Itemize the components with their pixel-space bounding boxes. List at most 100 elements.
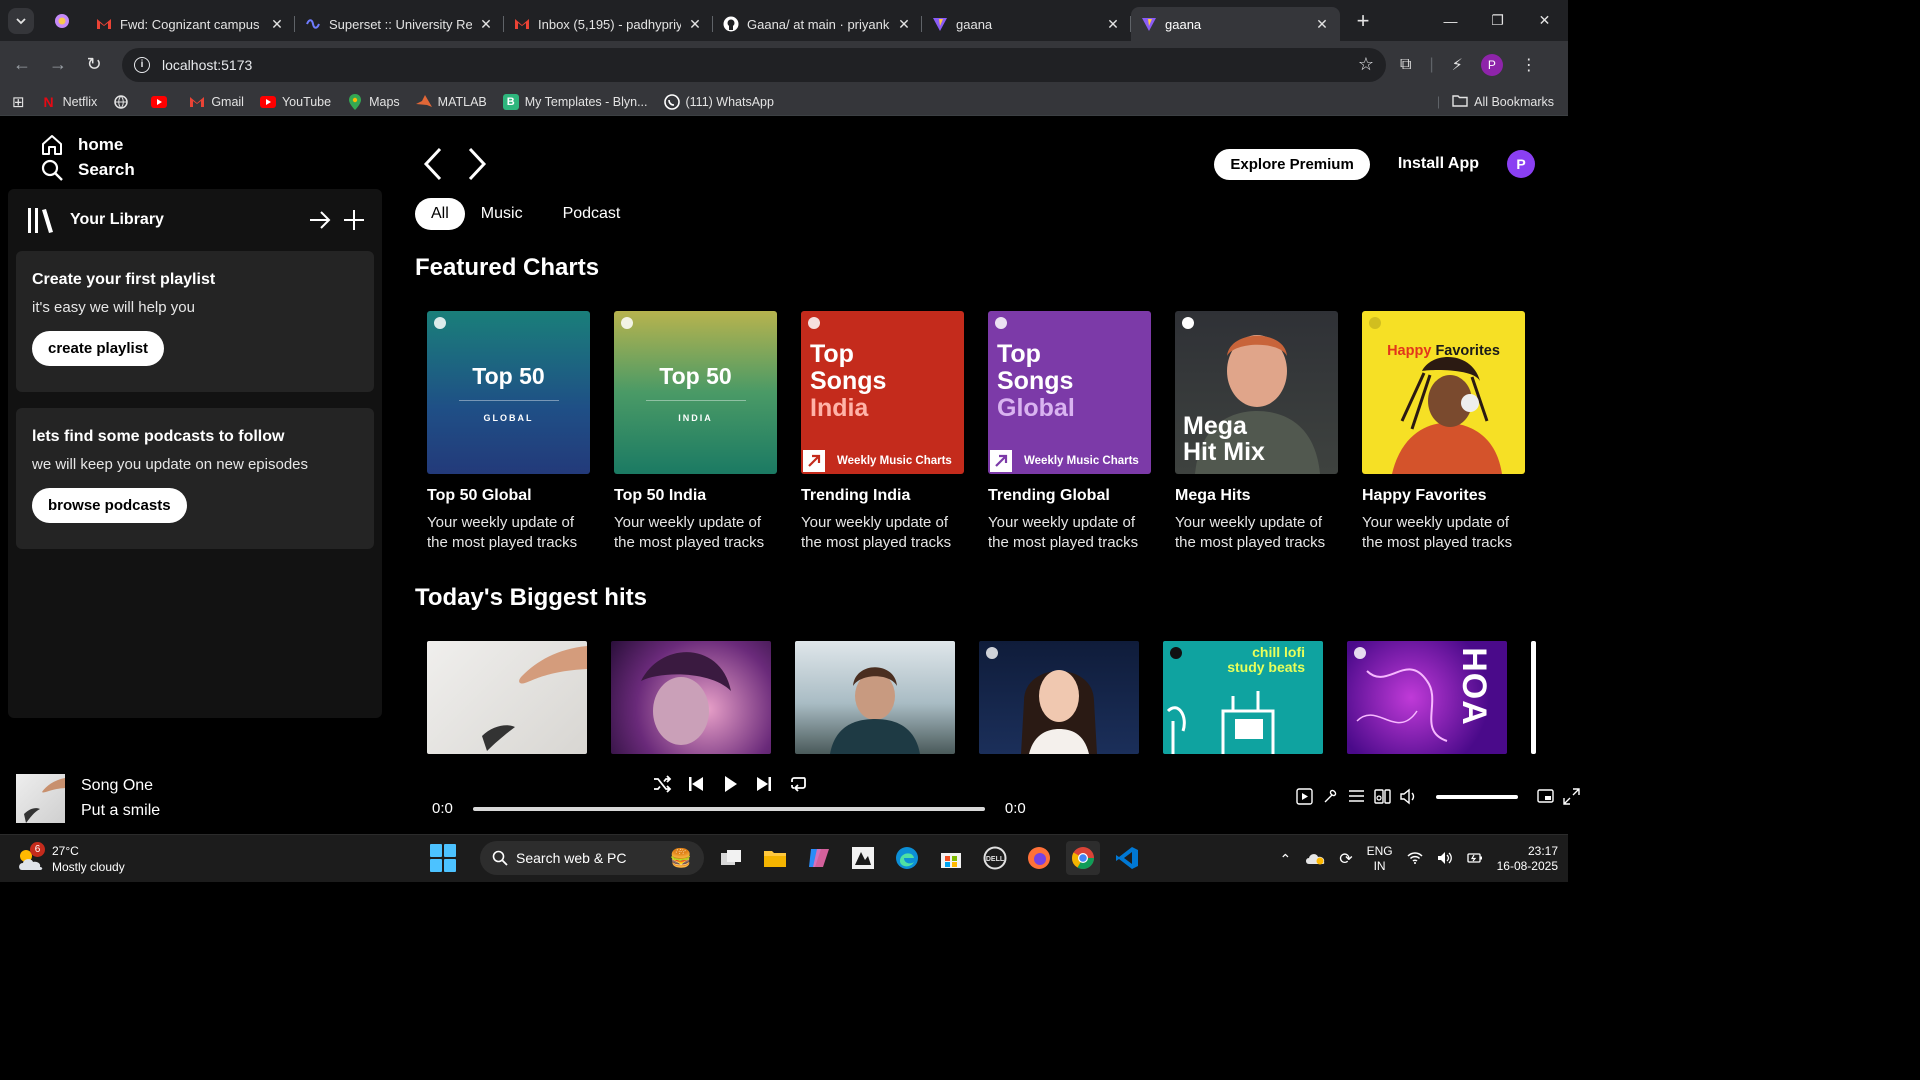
create-playlist-button[interactable]: create playlist xyxy=(32,331,165,366)
bookmark-globe[interactable] xyxy=(113,94,135,110)
chip-music[interactable]: Music xyxy=(481,198,523,230)
vscode-icon[interactable] xyxy=(1110,841,1144,875)
close-tab-icon[interactable]: ✕ xyxy=(687,16,703,32)
sync-icon[interactable]: ⟳ xyxy=(1339,849,1352,869)
chevron-up-icon[interactable]: ⌃ xyxy=(1279,851,1291,868)
progress-bar[interactable] xyxy=(472,806,985,811)
connect-device-icon[interactable] xyxy=(1374,788,1391,805)
restore-icon[interactable]: ❐ xyxy=(1474,0,1521,41)
bookmark-whatsapp[interactable]: (111) WhatsApp xyxy=(663,93,774,110)
forward-button[interactable] xyxy=(459,146,495,182)
volume-icon[interactable] xyxy=(1400,788,1417,805)
performance-icon[interactable]: ⚡ xyxy=(1452,55,1463,75)
next-icon[interactable] xyxy=(754,774,774,794)
windows-start-icon[interactable] xyxy=(430,844,458,872)
apps-grid-icon[interactable]: ⊞ xyxy=(12,93,25,111)
chrome-icon[interactable] xyxy=(1066,841,1100,875)
back-button[interactable] xyxy=(415,146,451,182)
explore-premium-button[interactable]: Explore Premium xyxy=(1214,148,1370,180)
battery-icon[interactable] xyxy=(1466,851,1483,868)
menu-dots-icon[interactable]: ⋮ xyxy=(1521,55,1537,75)
hit-card[interactable]: chill lofi study beats xyxy=(1163,641,1323,754)
close-tab-icon[interactable]: ✕ xyxy=(1105,16,1121,32)
previous-icon[interactable] xyxy=(686,774,706,794)
firefox-icon[interactable] xyxy=(1022,841,1056,875)
dell-icon[interactable]: DELL xyxy=(978,841,1012,875)
store-icon[interactable] xyxy=(934,841,968,875)
arrow-right-icon[interactable] xyxy=(308,208,332,232)
close-tab-icon[interactable]: ✕ xyxy=(269,16,285,32)
chart-card[interactable]: Happy Favorites Happy Favorites Your wee… xyxy=(1362,311,1525,553)
weather-widget[interactable]: 6 27°C Mostly cloudy xyxy=(16,841,125,875)
bookmark-star-icon[interactable]: ☆ xyxy=(1358,54,1374,75)
wifi-icon[interactable] xyxy=(1407,851,1423,867)
site-info-icon[interactable]: i xyxy=(134,56,150,73)
hit-card[interactable] xyxy=(795,641,955,754)
reload-icon[interactable]: ↻ xyxy=(76,47,112,83)
taskbar-search[interactable]: Search web & PC 🍔 xyxy=(480,841,704,875)
user-avatar[interactable]: P xyxy=(1507,150,1535,178)
bookmark-gmail[interactable]: Gmail xyxy=(189,94,244,110)
file-explorer-icon[interactable] xyxy=(758,841,792,875)
close-tab-icon[interactable]: ✕ xyxy=(1314,16,1330,32)
tab-gmail-fwd[interactable]: Fwd: Cognizant campus h ✕ xyxy=(86,7,295,41)
hit-card[interactable] xyxy=(611,641,771,754)
onedrive-icon[interactable] xyxy=(1305,851,1325,868)
chart-card[interactable]: Mega Hit Mix Mega Hits Your weekly updat… xyxy=(1175,311,1338,553)
hit-card-partial[interactable] xyxy=(1531,641,1536,754)
install-app-link[interactable]: Install App xyxy=(1398,155,1479,173)
tab-gaana-1[interactable]: gaana ✕ xyxy=(922,7,1131,41)
bookmark-youtube-icon-only[interactable] xyxy=(151,94,173,110)
song-title[interactable]: Song One xyxy=(81,773,160,798)
volume-slider[interactable] xyxy=(1436,794,1518,799)
task-view-icon[interactable] xyxy=(714,841,748,875)
tab-search-button[interactable] xyxy=(8,7,34,34)
library-icon[interactable] xyxy=(26,205,56,235)
profile-avatar[interactable]: P xyxy=(1480,53,1503,76)
now-playing-cover[interactable] xyxy=(16,773,65,823)
hit-card[interactable]: HOA xyxy=(1347,641,1507,754)
input-language[interactable]: ENG IN xyxy=(1367,844,1393,874)
chip-podcast[interactable]: Podcast xyxy=(547,198,637,230)
nav-search[interactable]: Search xyxy=(40,157,135,182)
speaker-icon[interactable] xyxy=(1437,851,1453,868)
edge-icon[interactable] xyxy=(890,841,924,875)
new-tab-button[interactable]: + xyxy=(1350,8,1376,34)
tab-github[interactable]: Gaana/ at main · priyanka ✕ xyxy=(713,7,922,41)
bookmark-matlab[interactable]: MATLAB xyxy=(415,94,487,110)
clock[interactable]: 23:17 16-08-2025 xyxy=(1497,844,1558,874)
mini-player-icon[interactable] xyxy=(1537,788,1554,805)
hit-card[interactable] xyxy=(427,641,587,754)
bookmark-youtube[interactable]: YouTube xyxy=(259,94,331,110)
tab-superset[interactable]: Superset :: University Rec ✕ xyxy=(295,7,504,41)
now-playing-view-icon[interactable] xyxy=(1296,788,1313,805)
play-icon[interactable] xyxy=(720,774,740,794)
photos-app-icon[interactable] xyxy=(846,841,880,875)
chart-card[interactable]: Top 50 INDIA Top 50 India Your weekly up… xyxy=(614,311,777,553)
copilot-icon[interactable] xyxy=(802,841,836,875)
chart-card[interactable]: Top 50 GLOBAL Top 50 Global Your weekly … xyxy=(427,311,590,553)
pinned-tab[interactable] xyxy=(48,7,76,35)
plus-icon[interactable] xyxy=(342,208,366,232)
close-tab-icon[interactable]: ✕ xyxy=(478,16,494,32)
all-bookmarks[interactable]: | All Bookmarks xyxy=(1437,94,1554,110)
bookmark-netflix[interactable]: N Netflix xyxy=(41,94,98,110)
repeat-icon[interactable] xyxy=(788,774,808,794)
extensions-icon[interactable]: ⧉ xyxy=(1400,56,1411,74)
shuffle-icon[interactable] xyxy=(652,774,672,794)
chart-card[interactable]: Top Songs India Weekly Music Charts Tren… xyxy=(801,311,964,553)
chip-all[interactable]: All xyxy=(415,198,465,230)
bookmark-templates[interactable]: B My Templates - Blyn... xyxy=(502,93,648,110)
tab-gmail-inbox[interactable]: Inbox (5,195) - padhypriy ✕ xyxy=(504,7,713,41)
fullscreen-icon[interactable] xyxy=(1563,788,1580,805)
minimize-icon[interactable]: — xyxy=(1427,0,1474,41)
hit-card[interactable] xyxy=(979,641,1139,754)
back-arrow-icon[interactable]: ← xyxy=(4,47,40,83)
song-artist[interactable]: Put a smile xyxy=(81,798,160,823)
tab-gaana-active[interactable]: gaana ✕ xyxy=(1131,7,1340,41)
lyrics-mic-icon[interactable] xyxy=(1322,788,1339,805)
nav-home[interactable]: home xyxy=(40,132,135,157)
queue-icon[interactable] xyxy=(1348,788,1365,805)
chart-card[interactable]: Top Songs Global Weekly Music Charts Tre… xyxy=(988,311,1151,553)
close-window-icon[interactable]: ✕ xyxy=(1521,0,1568,41)
